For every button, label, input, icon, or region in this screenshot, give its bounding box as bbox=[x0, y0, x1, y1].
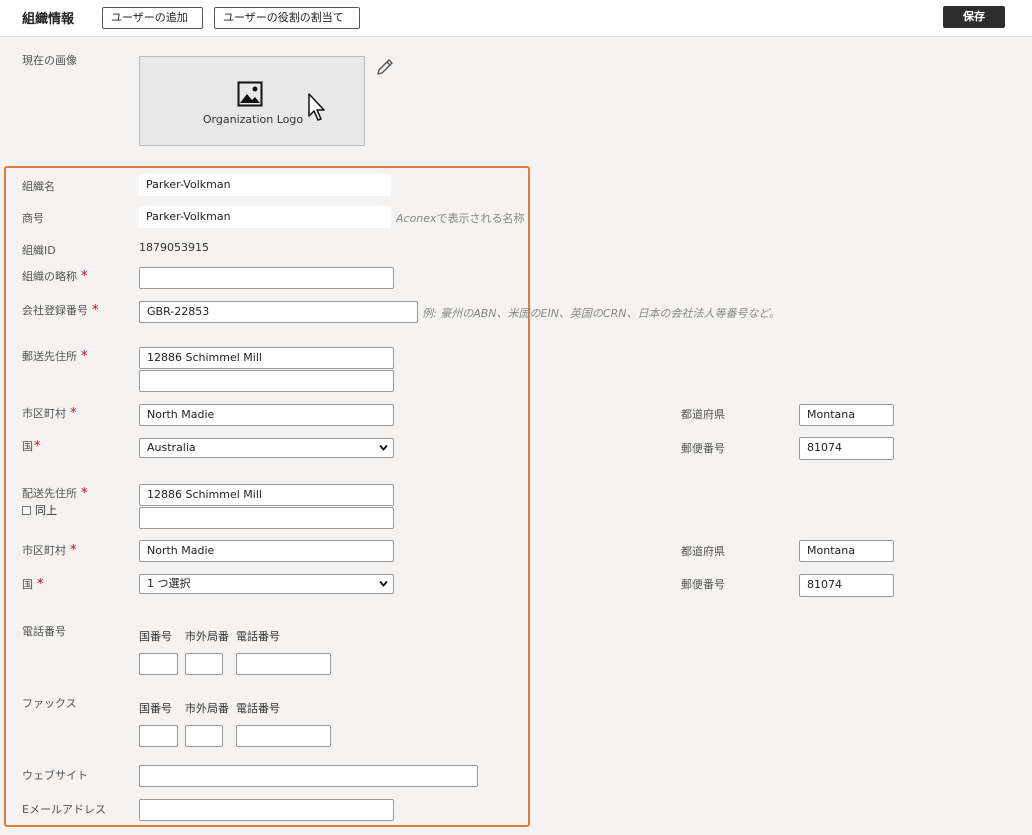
postal-state-input[interactable]: Montana bbox=[799, 404, 894, 426]
assign-role-button[interactable]: ユーザーの役割の割当て bbox=[214, 7, 360, 29]
current-image-label: 現在の画像 bbox=[22, 54, 77, 67]
postal-city-input[interactable]: North Madie bbox=[139, 404, 394, 426]
phone-area-code-input[interactable] bbox=[185, 653, 223, 675]
fax-number-input[interactable] bbox=[236, 725, 331, 747]
delivery-address-label: 配送先住所 * bbox=[22, 486, 88, 501]
org-id-label: 組織ID bbox=[22, 244, 56, 257]
phone-label: 電話番号 bbox=[22, 625, 66, 638]
fax-area-code-label: 市外局番 bbox=[185, 702, 229, 715]
org-name-field: Parker-Volkman bbox=[139, 174, 391, 196]
mouse-cursor-icon bbox=[308, 93, 325, 121]
org-abbr-label: 組織の略称 * bbox=[22, 269, 88, 284]
website-input[interactable] bbox=[139, 765, 478, 787]
trade-name-hint: Aconexで表示される名称 bbox=[396, 212, 525, 225]
delivery-address-line2-input[interactable] bbox=[139, 507, 394, 529]
postal-country-label: 国* bbox=[22, 439, 41, 454]
delivery-address-line1-input[interactable]: 12886 Schimmel Mill bbox=[139, 484, 394, 506]
postal-country-value: Australia bbox=[147, 441, 196, 454]
fax-label: ファックス bbox=[22, 697, 77, 710]
chevron-down-icon bbox=[379, 580, 388, 587]
postal-state-label: 都道府県 bbox=[681, 408, 725, 421]
phone-number-input[interactable] bbox=[236, 653, 331, 675]
email-label: Eメールアドレス bbox=[22, 803, 106, 816]
delivery-city-input[interactable]: North Madie bbox=[139, 540, 394, 562]
organization-logo[interactable]: Organization Logo bbox=[139, 56, 365, 146]
image-icon bbox=[237, 81, 263, 107]
postal-address-line1-input[interactable]: 12886 Schimmel Mill bbox=[139, 347, 394, 369]
chevron-down-icon bbox=[379, 444, 388, 451]
fax-number-label: 電話番号 bbox=[236, 702, 280, 715]
postal-zip-input[interactable]: 81074 bbox=[799, 437, 894, 460]
fax-country-code-label: 国番号 bbox=[139, 702, 172, 715]
postal-address-label: 郵送先住所 * bbox=[22, 349, 88, 364]
delivery-state-input[interactable]: Montana bbox=[799, 540, 894, 562]
fax-country-code-input[interactable] bbox=[139, 725, 178, 747]
delivery-country-label: 国 * bbox=[22, 577, 44, 592]
delivery-zip-input[interactable]: 81074 bbox=[799, 574, 894, 597]
org-abbr-input[interactable] bbox=[139, 267, 394, 289]
fax-area-code-input[interactable] bbox=[185, 725, 223, 747]
org-name-label: 組織名 bbox=[22, 180, 55, 193]
postal-city-label: 市区町村 * bbox=[22, 406, 77, 421]
postal-address-line2-input[interactable] bbox=[139, 370, 394, 392]
reg-number-label: 会社登録番号 * bbox=[22, 303, 99, 318]
page-title: 組織情報 bbox=[22, 12, 75, 27]
edit-pencil-icon[interactable] bbox=[376, 57, 395, 76]
same-as-above-checkbox[interactable]: 同上 bbox=[22, 502, 57, 518]
phone-area-code-label: 市外局番 bbox=[185, 630, 229, 643]
delivery-city-label: 市区町村 * bbox=[22, 543, 77, 558]
logo-caption: Organization Logo bbox=[202, 113, 304, 126]
delivery-country-value: 1 つ選択 bbox=[147, 577, 191, 590]
delivery-state-label: 都道府県 bbox=[681, 545, 725, 558]
website-label: ウェブサイト bbox=[22, 769, 88, 782]
checkbox-box[interactable] bbox=[22, 505, 31, 515]
delivery-country-select[interactable]: 1 つ選択 bbox=[139, 574, 394, 594]
trade-name-field: Parker-Volkman bbox=[139, 206, 391, 228]
postal-country-select[interactable]: Australia bbox=[139, 438, 394, 458]
reg-number-input[interactable]: GBR-22853 bbox=[139, 301, 418, 323]
phone-number-label: 電話番号 bbox=[236, 630, 280, 643]
save-button[interactable]: 保存 bbox=[943, 6, 1005, 28]
reg-number-hint: 例: 豪州のABN、米国のEIN、英国のCRN、日本の会社法人等番号など。 bbox=[422, 307, 780, 320]
org-id-value: 1879053915 bbox=[139, 241, 209, 254]
email-input[interactable] bbox=[139, 799, 394, 821]
delivery-zip-label: 郵便番号 bbox=[681, 578, 725, 591]
phone-country-code-label: 国番号 bbox=[139, 630, 172, 643]
trade-name-label: 商号 bbox=[22, 212, 44, 225]
postal-zip-label: 郵便番号 bbox=[681, 442, 725, 455]
same-as-above-label: 同上 bbox=[35, 504, 57, 517]
add-user-button[interactable]: ユーザーの追加 bbox=[102, 7, 203, 29]
phone-country-code-input[interactable] bbox=[139, 653, 178, 675]
